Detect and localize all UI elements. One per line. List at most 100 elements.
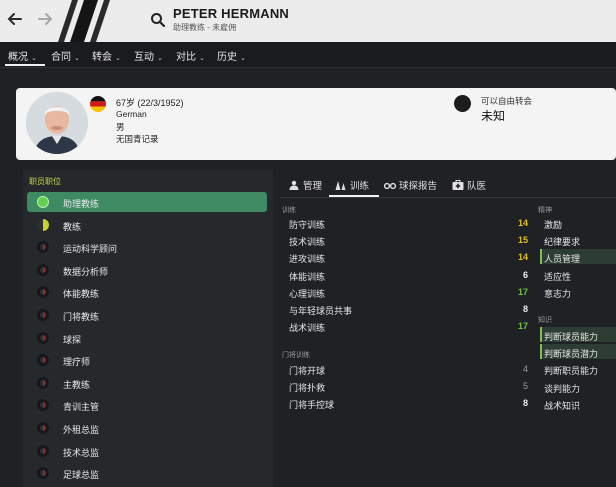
attribute-name: 进攻训练 xyxy=(289,254,326,265)
training-section-title: 训练 xyxy=(282,207,296,214)
attribute-value: 8 xyxy=(522,304,528,314)
tab-training[interactable]: 训练 xyxy=(335,178,369,192)
attribute-value: 5 xyxy=(522,381,528,391)
menu-history[interactable]: 历史 ⌄ xyxy=(217,48,246,63)
attribute-name: 激励 xyxy=(544,220,563,230)
attribute-name: 门将扑救 xyxy=(289,383,326,393)
menu-label: 互动 xyxy=(134,52,154,63)
forward-button[interactable] xyxy=(34,8,56,30)
role-row[interactable]: 门将教练 xyxy=(27,305,267,325)
role-label: 教练 xyxy=(63,221,82,232)
attribute-name: 判断球员潜力 xyxy=(544,349,599,360)
attribute-name: 判断球员能力 xyxy=(544,332,599,342)
attribute-value: 15 xyxy=(517,235,528,246)
role-rating-icon xyxy=(37,218,49,231)
role-rating-icon xyxy=(37,467,49,480)
attribute-name: 心理训练 xyxy=(289,288,326,299)
attribute-name: 适应性 xyxy=(544,271,572,282)
menu-contract[interactable]: 合同 ⌄ xyxy=(51,48,80,63)
attribute-name: 战术训练 xyxy=(289,323,326,334)
attribute-name: 体能训练 xyxy=(289,271,326,282)
role-label: 足球总监 xyxy=(63,470,100,481)
attribute-name: 与年轻球员共事 xyxy=(289,306,353,316)
role-row[interactable]: 教练 xyxy=(27,215,267,235)
mental-section-title: 精神 xyxy=(538,207,552,214)
attributes-panel: 训练 门将训练 精神 知识 防守训练 14 技术训练 15 进攻训练 14 体能训练 6 心理训… xyxy=(280,198,616,487)
attribute-name: 技术训练 xyxy=(289,237,326,248)
attribute-name: 意志力 xyxy=(544,288,572,299)
age-line: 67岁 (22/3/1952) xyxy=(116,98,184,108)
tab-medical[interactable]: 队医 xyxy=(452,178,486,192)
role-row[interactable]: 数据分析师 xyxy=(27,260,267,280)
attribute-value: 6 xyxy=(522,269,528,280)
attribute-value: 17 xyxy=(517,321,528,332)
medical-kit-icon xyxy=(452,180,464,190)
menu-bar: 概况 ⌄ 合同 ⌄ 转会 ⌄ 互动 ⌄ 对比 ⌄ 历史 ⌄ xyxy=(0,42,616,68)
chevron-down-icon: ⌄ xyxy=(74,55,80,62)
tab-scout-report[interactable]: 球探报告 xyxy=(384,178,437,192)
search-icon[interactable] xyxy=(150,12,166,28)
staff-roles-panel: 职员职位 助理教练教练运动科学顾问数据分析师体能教练门将教练球探理疗师主教练 青训… xyxy=(23,170,273,487)
role-label: 技术总监 xyxy=(63,447,100,458)
role-rating-icon xyxy=(37,309,49,321)
tab-label: 球探报告 xyxy=(399,181,438,192)
menu-compare[interactable]: 对比 ⌄ xyxy=(176,48,205,63)
role-row[interactable]: 技术总监 xyxy=(27,441,267,461)
tab-management[interactable]: 管理 xyxy=(288,178,322,192)
role-label: 体能教练 xyxy=(63,289,100,300)
arrow-right-icon xyxy=(38,13,53,25)
roles-header: 职员职位 xyxy=(29,177,61,186)
role-label: 数据分析师 xyxy=(63,266,109,277)
attribute-name: 门将手控球 xyxy=(289,400,335,410)
role-rating-icon xyxy=(37,196,49,208)
chevron-down-icon: ⌄ xyxy=(157,55,163,62)
role-rating-icon xyxy=(37,354,49,367)
role-row[interactable]: 体能教练 xyxy=(27,282,267,302)
role-row[interactable]: 球探 xyxy=(27,328,267,348)
role-label: 球探 xyxy=(63,334,82,345)
role-rating-icon xyxy=(37,263,49,276)
back-button[interactable] xyxy=(4,8,26,30)
attribute-name: 人员管理 xyxy=(544,254,581,265)
attribute-value: 8 xyxy=(522,398,528,408)
role-label: 助理教练 xyxy=(63,199,100,209)
role-rating-icon xyxy=(37,286,49,299)
binoculars-icon xyxy=(384,182,396,190)
attribute-name: 门将开球 xyxy=(289,366,326,376)
goalkeeping-section-title: 门将训练 xyxy=(282,352,310,359)
chevron-down-icon: ⌄ xyxy=(240,55,246,62)
role-row[interactable]: 青训主管 xyxy=(27,395,267,415)
tab-label: 训练 xyxy=(350,181,370,192)
role-row[interactable]: 助理教练 xyxy=(27,192,267,212)
attribute-value: 14 xyxy=(517,252,528,263)
cones-icon xyxy=(335,181,346,190)
role-row[interactable]: 主教练 xyxy=(27,373,267,393)
chevron-down-icon: ⌄ xyxy=(115,55,121,62)
chevron-down-icon: ⌄ xyxy=(31,55,37,62)
role-rating-icon xyxy=(37,444,49,457)
staff-name: PETER HERMANN xyxy=(173,6,289,21)
role-rating-icon xyxy=(37,376,49,389)
role-row[interactable]: 外租总监 xyxy=(27,418,267,438)
role-rating-icon xyxy=(37,422,49,434)
menu-label: 对比 xyxy=(176,52,196,63)
tab-label: 队医 xyxy=(467,181,487,192)
gender: 男 xyxy=(116,122,125,132)
role-row[interactable]: 运动科学顾问 xyxy=(27,237,267,257)
nationality: German xyxy=(116,109,147,119)
attribute-name: 防守训练 xyxy=(289,220,326,230)
attribute-value: 17 xyxy=(517,286,528,297)
staff-subtitle: 助理教练 - 未雇佣 xyxy=(173,23,237,32)
knowledge-section-title: 知识 xyxy=(538,317,552,324)
menu-label: 历史 xyxy=(217,52,237,63)
role-row[interactable]: 足球总监 xyxy=(27,463,267,483)
attribute-name: 纪律要求 xyxy=(544,237,581,248)
germany-flag-icon xyxy=(90,96,106,112)
menu-interaction[interactable]: 互动 ⌄ xyxy=(134,48,163,63)
arrow-left-icon xyxy=(7,13,22,25)
role-row[interactable]: 理疗师 xyxy=(27,350,267,370)
attribute-name: 谈判能力 xyxy=(544,383,581,394)
menu-overview[interactable]: 概况 ⌄ xyxy=(8,48,37,63)
attribute-name: 判断职员能力 xyxy=(544,366,599,377)
menu-transfer[interactable]: 转会 ⌄ xyxy=(92,48,121,63)
